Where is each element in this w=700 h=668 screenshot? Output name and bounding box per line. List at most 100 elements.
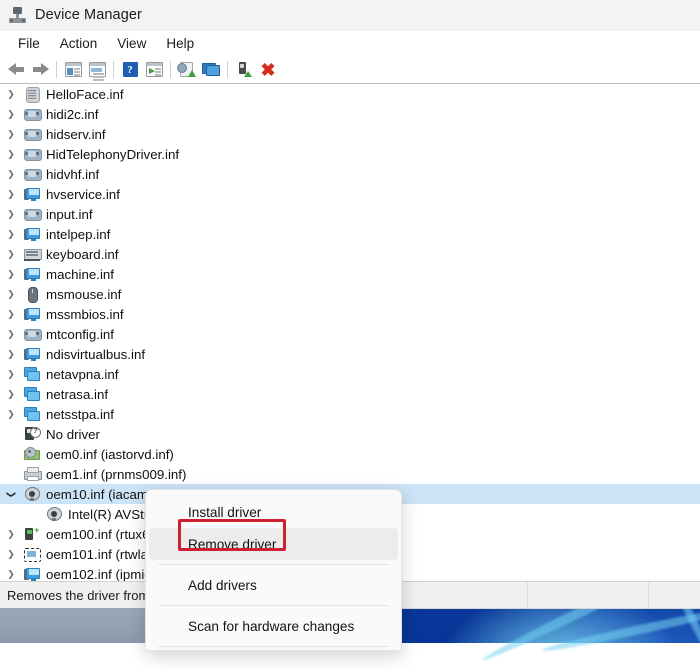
help-icon: ?	[122, 62, 138, 77]
context-menu-separator	[158, 564, 389, 565]
tree-row-icon	[22, 267, 42, 281]
tree-row-label: No driver	[46, 426, 100, 442]
context-menu-item[interactable]: Remove driver	[149, 528, 398, 560]
tree-row-icon	[22, 447, 42, 461]
tree-row-icon	[22, 247, 42, 261]
tree-row[interactable]: oem1.inf (prnms009.inf)	[0, 464, 700, 484]
tree-row[interactable]: ❯ mtconfig.inf	[0, 324, 700, 344]
toolbar-separator	[113, 61, 114, 78]
tree-row-label: hidserv.inf	[46, 126, 106, 142]
chevron-right-icon[interactable]: ❯	[0, 89, 22, 100]
tree-row[interactable]: ❯ HelloFace.inf	[0, 84, 700, 104]
menu-bar: File Action View Help	[0, 31, 700, 56]
hid-device-icon	[24, 147, 42, 161]
context-menu-item[interactable]: Add drivers	[149, 569, 398, 601]
chevron-right-icon[interactable]: ❯	[0, 309, 22, 320]
show-hide-console-tree-button[interactable]	[61, 59, 85, 81]
hid-device-icon	[24, 327, 42, 341]
update-driver-button[interactable]	[175, 59, 199, 81]
tree-row-label: oem0.inf (iastorvd.inf)	[46, 446, 174, 462]
mouse-icon	[24, 287, 40, 303]
camera-icon	[46, 507, 62, 521]
menu-item-file[interactable]: File	[8, 34, 50, 53]
chevron-right-icon[interactable]: ❯	[0, 409, 22, 420]
network-adapter-icon	[24, 407, 40, 421]
tree-row[interactable]: ❯ mssmbios.inf	[0, 304, 700, 324]
tree-row-label: input.inf	[46, 206, 93, 222]
scan-for-hardware-changes-button[interactable]	[199, 59, 223, 81]
chevron-right-icon[interactable]: ❯	[0, 229, 22, 240]
tree-row[interactable]: ❯ input.inf	[0, 204, 700, 224]
tree-row[interactable]: ❯ hidvhf.inf	[0, 164, 700, 184]
uninstall-device-button[interactable]: ✖	[256, 59, 280, 81]
system-device-icon	[24, 187, 40, 201]
context-menu-separator	[158, 605, 389, 606]
tree-row[interactable]: ❯ netavpna.inf	[0, 364, 700, 384]
tree-row[interactable]: ❯ hidserv.inf	[0, 124, 700, 144]
chevron-right-icon[interactable]: ❯	[0, 549, 22, 560]
uninstall-device-icon: ✖	[260, 59, 276, 80]
menu-item-action[interactable]: Action	[50, 34, 108, 53]
chevron-right-icon[interactable]: ❯	[0, 209, 22, 220]
chevron-down-icon[interactable]: ❯	[6, 483, 17, 505]
menu-item-help[interactable]: Help	[156, 34, 204, 53]
help-button[interactable]: ?	[118, 59, 142, 81]
tree-row[interactable]: ❯ ndisvirtualbus.inf	[0, 344, 700, 364]
forward-arrow-icon	[32, 63, 49, 76]
back-button[interactable]	[4, 59, 28, 81]
tree-row-label: oem1.inf (prnms009.inf)	[46, 466, 187, 482]
chevron-right-icon[interactable]: ❯	[0, 289, 22, 300]
network-adapter-icon	[24, 367, 40, 381]
menu-item-view[interactable]: View	[107, 34, 156, 53]
tree-row[interactable]: ❯ netrasa.inf	[0, 384, 700, 404]
device-manager-icon	[9, 7, 26, 23]
tree-row[interactable]: ❯ hvservice.inf	[0, 184, 700, 204]
chevron-right-icon[interactable]: ❯	[0, 269, 22, 280]
no-driver-icon: ?	[24, 427, 41, 441]
tree-row-label: keyboard.inf	[46, 246, 119, 262]
chevron-right-icon[interactable]: ❯	[0, 569, 22, 580]
tree-row[interactable]: ❯ intelpep.inf	[0, 224, 700, 244]
context-menu-item[interactable]: Install driver	[149, 496, 398, 528]
chevron-right-icon[interactable]: ❯	[0, 189, 22, 200]
tree-row[interactable]: ❯ HidTelephonyDriver.inf	[0, 144, 700, 164]
tree-row[interactable]: ? No driver	[0, 424, 700, 444]
properties-button[interactable]	[85, 59, 109, 81]
tree-row[interactable]: ❯ msmouse.inf	[0, 284, 700, 304]
page-title: Device Manager	[35, 7, 142, 23]
unknown-device-icon	[24, 547, 41, 562]
keyboard-icon	[24, 247, 42, 261]
chevron-right-icon[interactable]: ❯	[0, 389, 22, 400]
tree-row[interactable]: oem0.inf (iastorvd.inf)	[0, 444, 700, 464]
chevron-right-icon[interactable]: ❯	[0, 369, 22, 380]
chevron-right-icon[interactable]: ❯	[0, 129, 22, 140]
context-menu[interactable]: Install driver Remove driver Add drivers Sc…	[145, 489, 402, 651]
context-menu-separator	[158, 646, 389, 647]
system-device-icon	[24, 347, 40, 361]
chevron-right-icon[interactable]: ❯	[0, 109, 22, 120]
tree-row-icon	[22, 167, 42, 181]
network-adapter-icon	[24, 387, 40, 401]
update-driver-icon	[177, 62, 196, 77]
tree-row[interactable]: ❯ netsstpa.inf	[0, 404, 700, 424]
show-hide-action-pane-button[interactable]	[142, 59, 166, 81]
chevron-right-icon[interactable]: ❯	[0, 169, 22, 180]
tree-row[interactable]: ❯ keyboard.inf	[0, 244, 700, 264]
chevron-right-icon[interactable]: ❯	[0, 249, 22, 260]
chevron-right-icon[interactable]: ❯	[0, 529, 22, 540]
tree-row[interactable]: ❯ hidi2c.inf	[0, 104, 700, 124]
context-menu-item[interactable]: Scan for hardware changes	[149, 610, 398, 642]
forward-button[interactable]	[28, 59, 52, 81]
tree-row-icon	[22, 287, 42, 303]
properties-icon	[88, 62, 106, 77]
chevron-right-icon[interactable]: ❯	[0, 349, 22, 360]
tree-row-icon	[22, 187, 42, 201]
title-bar: Device Manager	[0, 0, 700, 31]
usb-device-icon: +	[24, 526, 40, 541]
enable-device-icon	[237, 62, 252, 77]
chevron-right-icon[interactable]: ❯	[0, 149, 22, 160]
tree-row[interactable]: ❯ machine.inf	[0, 264, 700, 284]
tree-row-label: netavpna.inf	[46, 366, 119, 382]
chevron-right-icon[interactable]: ❯	[0, 329, 22, 340]
enable-device-button[interactable]	[232, 59, 256, 81]
